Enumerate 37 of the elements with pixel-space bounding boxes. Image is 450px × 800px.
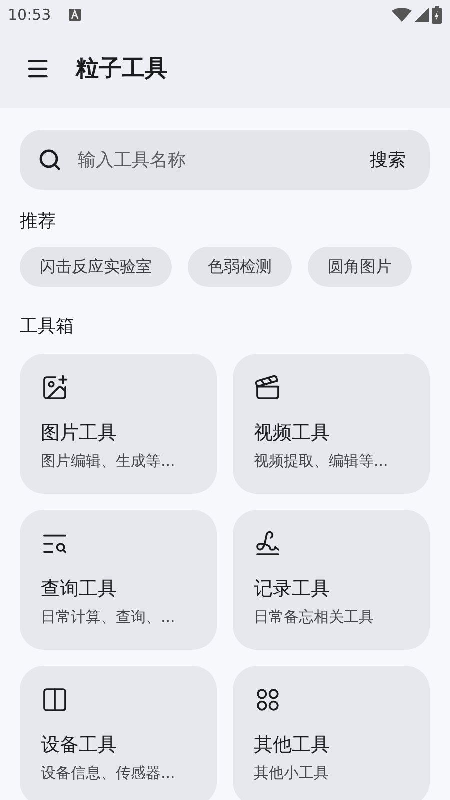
signature-icon <box>254 530 282 558</box>
card-subtitle: 图片编辑、生成等... <box>41 451 176 472</box>
card-subtitle: 其他小工具 <box>254 763 330 784</box>
search-icon <box>38 148 62 172</box>
signal-icon <box>415 8 429 22</box>
section-heading: 工具箱 <box>20 315 75 339</box>
four-circles-icon <box>254 686 282 714</box>
device-icon <box>41 686 69 714</box>
battery-icon <box>432 6 442 24</box>
chip[interactable]: 色弱检测 <box>188 247 292 287</box>
tool-card[interactable]: 记录工具 日常备忘相关工具 <box>233 510 430 650</box>
card-title: 图片工具 <box>41 421 118 446</box>
card-subtitle: 视频提取、编辑等... <box>254 451 390 472</box>
card-title: 设备工具 <box>41 733 118 758</box>
card-subtitle: 设备信息、传感器... <box>41 763 176 784</box>
card-title: 记录工具 <box>254 577 331 602</box>
search-button[interactable]: 搜索 <box>370 146 406 174</box>
status-time: 10:53 <box>8 4 52 26</box>
notification-icon <box>69 9 82 21</box>
search-field[interactable]: 输入工具名称 搜索 <box>20 130 430 190</box>
tool-card[interactable]: 设备工具 设备信息、传感器... <box>20 666 217 800</box>
card-subtitle: 日常备忘相关工具 <box>254 607 375 628</box>
tool-card[interactable]: 图片工具 图片编辑、生成等... <box>20 354 217 494</box>
chip[interactable]: 圆角图片 <box>308 247 412 287</box>
card-title: 视频工具 <box>254 421 331 446</box>
image-icon <box>41 374 69 402</box>
tool-card[interactable]: 查询工具 日常计算、查询、... <box>20 510 217 650</box>
video-icon <box>254 374 282 402</box>
chip[interactable]: 闪击反应实验室 <box>20 247 172 287</box>
tool-card[interactable]: 视频工具 视频提取、编辑等... <box>233 354 430 494</box>
wifi-icon <box>392 8 412 22</box>
app-title: 粒子工具 <box>76 54 168 84</box>
card-title: 其他工具 <box>254 733 331 758</box>
card-subtitle: 日常计算、查询、... <box>41 607 176 628</box>
card-title: 查询工具 <box>41 577 118 602</box>
section-heading: 推荐 <box>20 210 57 234</box>
tool-card[interactable]: 其他工具 其他小工具 <box>233 666 430 800</box>
